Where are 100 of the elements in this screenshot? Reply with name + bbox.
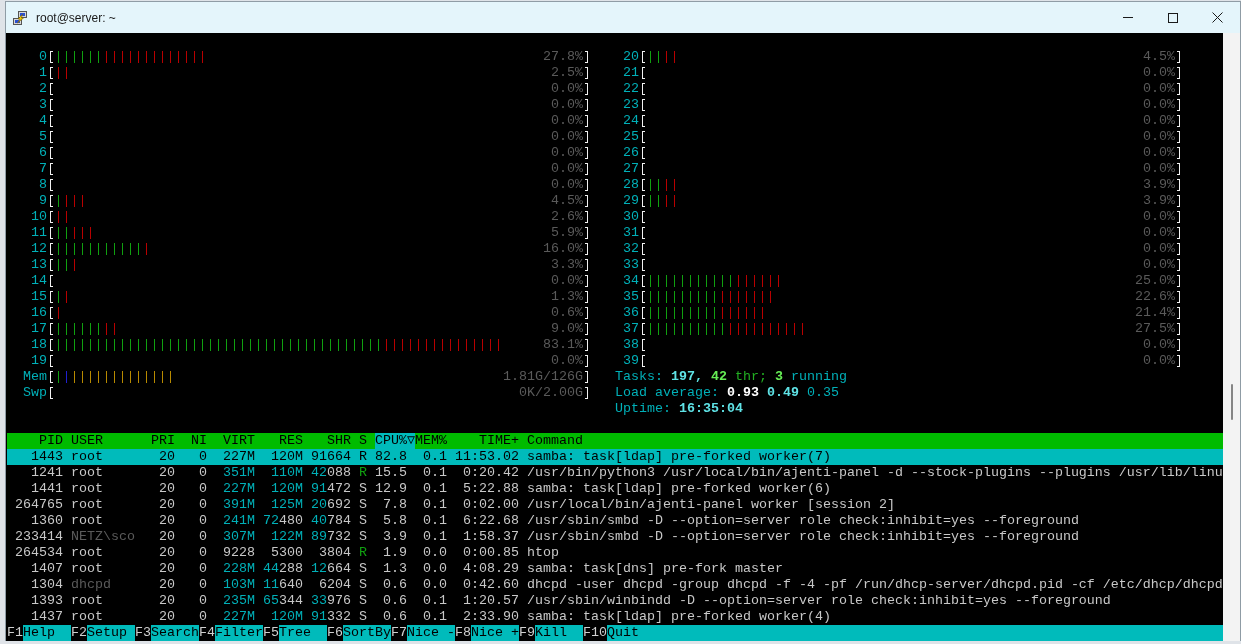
table-cell: 0 [199, 593, 207, 609]
table-cell: 0 [199, 609, 207, 625]
table-cell: 391M [223, 497, 255, 513]
meter-label: 31 [623, 225, 639, 241]
column-header[interactable]: MEM% [415, 433, 447, 449]
meter-label: 12 [31, 241, 47, 257]
function-key-button[interactable]: Setup [87, 625, 135, 641]
table-cell: 0 [199, 545, 207, 561]
function-key-button[interactable]: Filter [215, 625, 263, 641]
table-cell: 0.1 [423, 609, 447, 625]
process-row[interactable]: 1407 root 20 0 228M 44288 12664 S 1.3 0.0 4:08.29 samba: task[dns] pre-fork master [7, 561, 1223, 577]
function-key-button[interactable]: Tree [279, 625, 327, 641]
process-row[interactable]: 1441 root 20 0 227M 120M 91472 S 12.9 0.1 5:22.88 samba: task[ldap] pre-forked worker(6) [7, 481, 1223, 497]
table-cell: 1441 [31, 481, 63, 497]
column-header[interactable]: PID [39, 433, 63, 449]
table-cell: root [71, 465, 103, 481]
process-row[interactable]: 264534 root 20 0 9228 5300 3804 R 1.9 0.0 0:00.85 htop [7, 545, 1223, 561]
scrollbar-thumb[interactable] [1230, 384, 1233, 420]
meter-label: 26 [623, 145, 639, 161]
table-cell: 72480 [263, 513, 303, 529]
function-key-button[interactable]: Nice - [407, 625, 455, 641]
column-header[interactable]: SHR [327, 433, 351, 449]
meter-label: 15 [31, 289, 47, 305]
meter-label: 29 [623, 193, 639, 209]
process-row[interactable]: 264765 root 20 0 391M 125M 20692 S 7.8 0.1 0:02.00 /usr/local/bin/ajenti-panel worker [session 2] [7, 497, 1223, 513]
table-cell: 103M [223, 577, 255, 593]
process-row[interactable]: 1360 root 20 0 241M 72480 40784 S 5.8 0.1 6:22.68 /usr/sbin/smbd -D --option=server role check:inhibit=yes --foreground [7, 513, 1223, 529]
table-cell: /usr/sbin/smbd -D --option=server role check:inhibit=yes --foreground [527, 513, 1079, 529]
table-cell: 11:53.02 [455, 449, 519, 465]
table-cell: 5300 [271, 545, 303, 561]
table-cell: 4:08.29 [463, 561, 519, 577]
meter-value: 25.0% [1135, 273, 1175, 289]
meter-value: 0.0% [551, 161, 583, 177]
function-key-button[interactable]: Quit [607, 625, 1223, 641]
table-cell: 5:22.88 [463, 481, 519, 497]
meter-label: 16 [31, 305, 47, 321]
column-header[interactable]: Command [527, 433, 583, 449]
close-icon [1212, 12, 1223, 23]
column-header[interactable]: TIME+ [479, 433, 519, 449]
table-cell: 0.1 [423, 481, 447, 497]
meter-label: 11 [31, 225, 47, 241]
table-cell: 0.6 [383, 577, 407, 593]
process-row[interactable]: 1304 dhcpd 20 0 103M 11640 6204 S 0.6 0.0 0:42.60 dhcpd -user dhcpd -group dhcpd -f -4 -pf /run/dhcp-server/dhcpd.pid -cf /etc/dhcp/dhcpd [7, 577, 1223, 593]
meter-label: 13 [31, 257, 47, 273]
table-cell: 20 [159, 593, 175, 609]
meter-value: 16.0% [543, 241, 583, 257]
table-cell: R [359, 465, 367, 481]
function-key-button[interactable]: Search [151, 625, 199, 641]
table-cell: 1:20.57 [463, 593, 519, 609]
table-cell: 1.3 [383, 561, 407, 577]
table-cell: 20 [159, 497, 175, 513]
process-row[interactable]: 1393 root 20 0 235M 65344 33976 S 0.6 0.1 1:20.57 /usr/sbin/winbindd -D --option=server role check:inhibit=yes --foreground [7, 593, 1223, 609]
table-cell: 12664 [311, 561, 351, 577]
meter-value: 5.9% [551, 225, 583, 241]
table-cell: samba: task[ldap] pre-forked worker(7) [527, 449, 831, 465]
function-key-button[interactable]: Nice + [471, 625, 519, 641]
meter-value: 22.6% [1135, 289, 1175, 305]
column-header[interactable]: NI [191, 433, 207, 449]
table-cell: 0:00.85 [463, 545, 519, 561]
process-row[interactable]: 1241 root 20 0 351M 110M 42088 R 15.5 0.1 0:20.42 /usr/bin/python3 /usr/local/bin/ajenti-panel -d --stock-plugins --plugins /usr/lib/linu [7, 465, 1223, 481]
key-hint: F1 [7, 625, 23, 641]
table-cell: 20 [159, 465, 175, 481]
meter-value: 0.0% [551, 113, 583, 129]
table-cell: 264534 [15, 545, 63, 561]
function-key-button[interactable]: Help [23, 625, 71, 641]
table-cell: S [359, 593, 367, 609]
table-cell: 82.8 [375, 449, 407, 465]
function-key-button[interactable]: Kill [535, 625, 583, 641]
process-row[interactable]: 1437 root 20 0 227M 120M 91332 S 0.6 0.1 2:33.90 samba: task[ldap] pre-forked worker(4) [7, 609, 1223, 625]
process-row[interactable]: 233414 NETZ\sco 20 0 307M 122M 89732 S 3.9 0.1 1:58.37 /usr/sbin/smbd -D --option=server role check:inhibit=yes --foreground [7, 529, 1223, 545]
column-header[interactable]: VIRT [223, 433, 255, 449]
meter-label: 35 [623, 289, 639, 305]
meter-value: 0.0% [1143, 81, 1175, 97]
maximize-icon [1167, 12, 1178, 23]
column-header[interactable]: RES [279, 433, 303, 449]
meter-label: 23 [623, 97, 639, 113]
function-key-button[interactable]: SortBy [343, 625, 391, 641]
meter-value: 0.0% [1143, 65, 1175, 81]
table-cell: 0 [199, 529, 207, 545]
column-header[interactable]: S [359, 433, 367, 449]
meter-label: 1 [39, 65, 47, 81]
column-header[interactable]: USER [71, 433, 103, 449]
scrollbar[interactable] [1223, 33, 1240, 641]
meter-value: 0.0% [551, 273, 583, 289]
table-cell: S [359, 561, 367, 577]
meter-label: 28 [623, 177, 639, 193]
table-cell: 307M [223, 529, 255, 545]
meter-label: 36 [623, 305, 639, 321]
table-cell: 0:02.00 [463, 497, 519, 513]
table-cell: 0.1 [423, 513, 447, 529]
table-cell: 0 [199, 513, 207, 529]
meter-label: 39 [623, 353, 639, 369]
meter-label: 18 [31, 337, 47, 353]
meter-value: 0.0% [1143, 209, 1175, 225]
process-row[interactable]: 1443 root 20 0 227M 120M 91664 R 82.8 0.1 11:53.02 samba: task[ldap] pre-forked worker(7) [7, 449, 1223, 465]
meter-label: 10 [31, 209, 47, 225]
column-header[interactable]: PRI [151, 433, 175, 449]
table-cell: 241M [223, 513, 255, 529]
table-cell: 2:33.90 [463, 609, 519, 625]
meter-label: 20 [623, 49, 639, 65]
